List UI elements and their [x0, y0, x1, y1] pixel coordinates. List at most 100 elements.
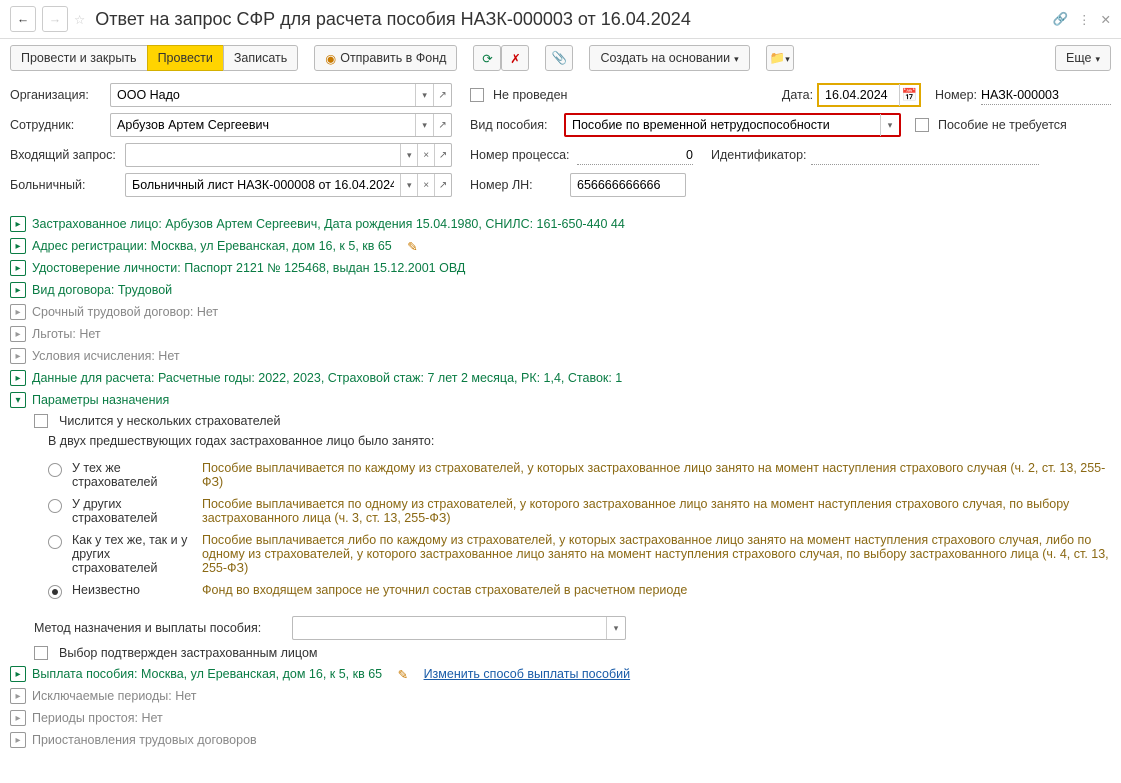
employee-label: Сотрудник:	[10, 118, 106, 132]
benefit-type-dropdown-icon[interactable]	[880, 114, 899, 136]
incoming-req-label: Входящий запрос:	[10, 148, 121, 162]
not-posted-checkbox	[470, 88, 484, 102]
excluded-row[interactable]: Исключаемые периоды: Нет	[32, 689, 197, 703]
date-input[interactable]	[819, 85, 899, 105]
more-menu-icon[interactable]: ⋮	[1078, 12, 1091, 27]
favorite-star-icon[interactable]: ☆	[74, 12, 85, 27]
radio-both-label: Как у тех же, так и у других страховател…	[72, 533, 192, 575]
expand-icon[interactable]: ▸	[10, 260, 26, 276]
number-input[interactable]	[981, 85, 1111, 105]
sick-label: Больничный:	[10, 178, 121, 192]
incoming-req-dropdown-icon[interactable]	[400, 144, 417, 166]
attach-button[interactable]: 📎	[545, 45, 573, 71]
refresh-button[interactable]: ⟳	[473, 45, 501, 71]
no-benefit-checkbox[interactable]	[915, 118, 929, 132]
expand-icon[interactable]: ▸	[10, 710, 26, 726]
radio-both[interactable]	[48, 535, 62, 549]
close-icon[interactable]: ✕	[1101, 12, 1111, 27]
benefit-type-input[interactable]	[566, 114, 880, 136]
pencil-icon[interactable]: ✎	[407, 239, 417, 254]
not-posted-label: Не проведен	[493, 88, 567, 102]
post-button[interactable]: Провести	[147, 45, 224, 71]
radio-other-desc: Пособие выплачивается по одному из страх…	[202, 497, 1111, 525]
clear-button[interactable]: ✗	[501, 45, 529, 71]
passport-row[interactable]: Удостоверение личности: Паспорт 2121 № 1…	[32, 261, 465, 275]
process-num-label: Номер процесса:	[470, 148, 573, 162]
two-years-label: В двух предшествующих годах застрахованн…	[48, 434, 434, 448]
org-dropdown-icon[interactable]	[415, 84, 433, 106]
radio-other-label: У других страхователей	[72, 497, 192, 525]
post-and-close-button[interactable]: Провести и закрыть	[10, 45, 148, 71]
identifier-input[interactable]	[811, 145, 1039, 165]
radio-same[interactable]	[48, 463, 62, 477]
suspend-row[interactable]: Приостановления трудовых договоров	[32, 733, 257, 747]
back-button[interactable]: ←	[10, 6, 36, 32]
method-label: Метод назначения и выплаты пособия:	[34, 621, 286, 635]
contract-row[interactable]: Вид договора: Трудовой	[32, 283, 172, 297]
number-label: Номер:	[935, 88, 977, 102]
write-button[interactable]: Записать	[223, 45, 298, 71]
insured-row[interactable]: Застрахованное лицо: Арбузов Артем Серге…	[32, 217, 625, 231]
expand-icon[interactable]: ▸	[10, 282, 26, 298]
calc-data-row[interactable]: Данные для расчета: Расчетные годы: 2022…	[32, 371, 622, 385]
incoming-req-input[interactable]	[126, 144, 400, 166]
radio-both-desc: Пособие выплачивается либо по каждому из…	[202, 533, 1111, 575]
identifier-label: Идентификатор:	[711, 148, 807, 162]
send-to-fund-button[interactable]: ◉Отправить в Фонд	[314, 45, 457, 71]
expand-icon[interactable]: ▸	[10, 216, 26, 232]
method-input[interactable]	[293, 617, 606, 639]
employee-input[interactable]	[111, 114, 415, 136]
incoming-req-clear-icon[interactable]: ×	[417, 144, 434, 166]
sick-dropdown-icon[interactable]	[400, 174, 417, 196]
link-icon[interactable]: 🔗	[1052, 12, 1068, 27]
urgent-row[interactable]: Срочный трудовой договор: Нет	[32, 305, 218, 319]
expand-icon[interactable]: ▸	[10, 732, 26, 748]
conditions-row[interactable]: Условия исчисления: Нет	[32, 349, 180, 363]
org-label: Организация:	[10, 88, 106, 102]
pencil-icon[interactable]: ✎	[398, 667, 408, 682]
expand-icon[interactable]: ▸	[10, 348, 26, 364]
org-input[interactable]	[111, 84, 415, 106]
org-open-icon[interactable]: ↗	[433, 84, 451, 106]
employee-open-icon[interactable]: ↗	[433, 114, 451, 136]
address-row[interactable]: Адрес регистрации: Москва, ул Ереванская…	[32, 239, 392, 253]
expand-icon[interactable]: ▸	[10, 688, 26, 704]
date-field[interactable]: 📅	[817, 83, 921, 107]
forward-button[interactable]: →	[42, 6, 68, 32]
idle-row[interactable]: Периоды простоя: Нет	[32, 711, 163, 725]
payment-row[interactable]: Выплата пособия: Москва, ул Ереванская, …	[32, 667, 382, 681]
expand-icon[interactable]: ▸	[10, 370, 26, 386]
no-benefit-label: Пособие не требуется	[938, 118, 1067, 132]
sick-open-icon[interactable]: ↗	[434, 174, 451, 196]
employee-dropdown-icon[interactable]	[415, 114, 433, 136]
expand-icon[interactable]: ▸	[10, 666, 26, 682]
confirmed-label: Выбор подтвержден застрахованным лицом	[59, 646, 317, 660]
calendar-icon[interactable]: 📅	[899, 84, 919, 106]
method-dropdown-icon[interactable]	[606, 617, 625, 639]
radio-same-desc: Пособие выплачивается по каждому из стра…	[202, 461, 1111, 489]
date-label: Дата:	[782, 88, 813, 102]
folder-button[interactable]: 📁	[766, 45, 794, 71]
multi-insurers-checkbox[interactable]	[34, 414, 48, 428]
radio-same-label: У тех же страхователей	[72, 461, 192, 489]
change-payment-method-link[interactable]: Изменить способ выплаты пособий	[424, 667, 631, 681]
more-button[interactable]: Еще	[1055, 45, 1111, 71]
radio-unknown-desc: Фонд во входящем запросе не уточнил сост…	[202, 583, 1111, 597]
benefits-row[interactable]: Льготы: Нет	[32, 327, 101, 341]
create-based-on-button[interactable]: Создать на основании	[589, 45, 749, 71]
collapse-icon[interactable]: ▾	[10, 392, 26, 408]
radio-unknown[interactable]	[48, 585, 62, 599]
confirmed-checkbox[interactable]	[34, 646, 48, 660]
ln-input[interactable]	[571, 174, 685, 196]
process-num-input[interactable]	[577, 145, 693, 165]
radio-other[interactable]	[48, 499, 62, 513]
expand-icon[interactable]: ▸	[10, 238, 26, 254]
expand-icon[interactable]: ▸	[10, 304, 26, 320]
expand-icon[interactable]: ▸	[10, 326, 26, 342]
sick-clear-icon[interactable]: ×	[417, 174, 434, 196]
params-row[interactable]: Параметры назначения	[32, 393, 169, 407]
sick-input[interactable]	[126, 174, 400, 196]
benefit-type-label: Вид пособия:	[470, 118, 560, 132]
page-title: Ответ на запрос СФР для расчета пособия …	[95, 9, 691, 30]
incoming-req-open-icon[interactable]: ↗	[434, 144, 451, 166]
